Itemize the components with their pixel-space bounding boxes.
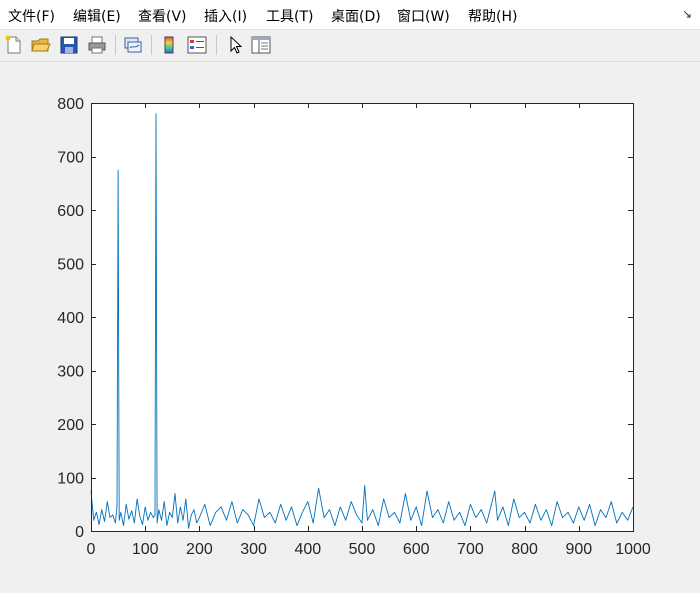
menu-bar: 文件(F) 编辑(E) 查看(V) 插入(I) 工具(T) 桌面(D) 窗口(W… bbox=[0, 0, 700, 30]
save-icon[interactable] bbox=[58, 34, 80, 56]
toolbar-separator bbox=[115, 35, 116, 55]
x-tick-label: 700 bbox=[457, 541, 484, 558]
y-tick-label: 0 bbox=[75, 524, 84, 541]
x-tick-label: 200 bbox=[186, 541, 213, 558]
toolbar-separator bbox=[151, 35, 152, 55]
insert-colorbar-icon[interactable] bbox=[158, 34, 180, 56]
menu-window[interactable]: 窗口(W) bbox=[397, 6, 450, 26]
menu-help[interactable]: 帮助(H) bbox=[468, 6, 517, 26]
property-inspector-icon[interactable] bbox=[250, 34, 272, 56]
y-tick-label: 300 bbox=[57, 364, 84, 381]
axes-background[interactable] bbox=[91, 103, 633, 531]
menu-view[interactable]: 查看(V) bbox=[138, 6, 187, 26]
menu-tools[interactable]: 工具(T) bbox=[266, 6, 313, 26]
undock-arrow-icon[interactable]: ↘ bbox=[682, 7, 692, 21]
figure-canvas: 0 100 200 300 400 500 600 700 800 900 1000 0 100 200 3… bbox=[0, 62, 700, 589]
x-tick-label: 900 bbox=[565, 541, 592, 558]
link-plot-icon[interactable] bbox=[122, 34, 144, 56]
menu-desktop[interactable]: 桌面(D) bbox=[331, 6, 381, 26]
y-tick-label: 400 bbox=[57, 310, 84, 327]
x-tick-label: 800 bbox=[511, 541, 538, 558]
menu-insert[interactable]: 插入(I) bbox=[204, 6, 247, 26]
x-tick-label: 600 bbox=[403, 541, 430, 558]
x-tick-label: 400 bbox=[294, 541, 321, 558]
menu-edit[interactable]: 编辑(E) bbox=[73, 6, 121, 26]
open-file-icon[interactable] bbox=[30, 34, 52, 56]
x-tick-label: 0 bbox=[87, 541, 96, 558]
x-tick-label: 500 bbox=[349, 541, 376, 558]
plot-svg[interactable]: 0 100 200 300 400 500 600 700 800 900 1000 0 100 200 3… bbox=[0, 62, 700, 589]
toolbar-separator bbox=[216, 35, 217, 55]
y-tick-label: 700 bbox=[57, 150, 84, 167]
select-pointer-icon[interactable] bbox=[224, 34, 246, 56]
new-figure-icon[interactable] bbox=[3, 34, 25, 56]
figure-toolbar bbox=[0, 30, 700, 62]
y-tick-label: 200 bbox=[57, 417, 84, 434]
menu-file[interactable]: 文件(F) bbox=[8, 6, 55, 26]
print-icon[interactable] bbox=[86, 34, 108, 56]
y-tick-label: 600 bbox=[57, 203, 84, 220]
x-tick-label: 300 bbox=[240, 541, 267, 558]
y-tick-label: 800 bbox=[57, 96, 84, 113]
y-tick-label: 100 bbox=[57, 471, 84, 488]
insert-legend-icon[interactable] bbox=[186, 34, 208, 56]
x-tick-label: 100 bbox=[132, 541, 159, 558]
y-tick-label: 500 bbox=[57, 257, 84, 274]
x-tick-label: 1000 bbox=[615, 541, 651, 558]
